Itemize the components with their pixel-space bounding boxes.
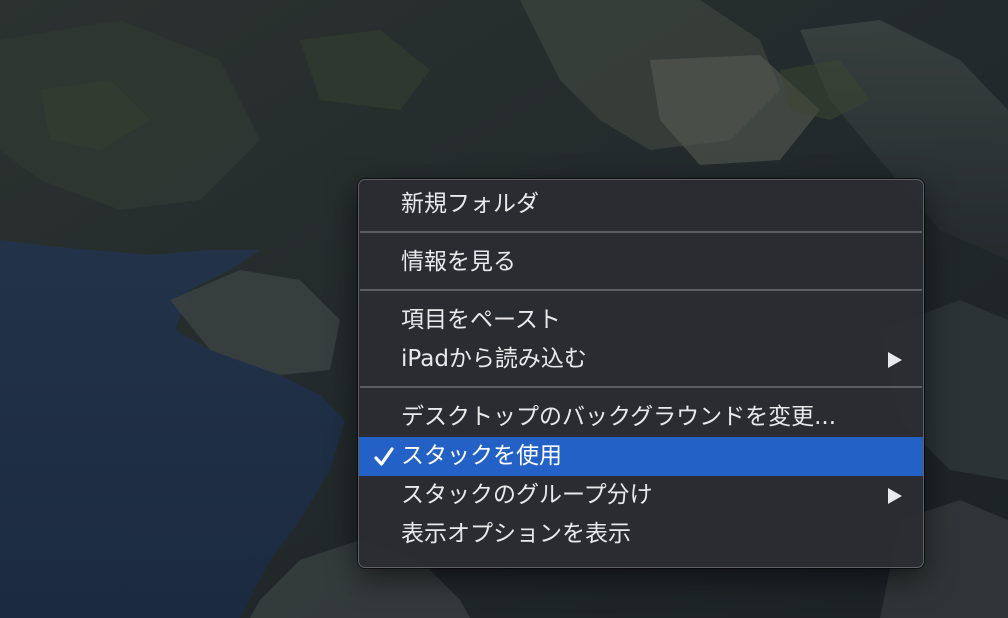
menu-item-label: スタックのグループ分け bbox=[401, 482, 653, 508]
menu-item-label: 項目をペースト bbox=[401, 307, 561, 333]
menu-item-get-info[interactable]: 情報を見る bbox=[359, 243, 923, 282]
submenu-arrow-icon bbox=[887, 340, 903, 379]
menu-item-use-stacks[interactable]: スタックを使用 bbox=[359, 437, 923, 476]
desktop[interactable]: 新規フォルダ 情報を見る 項目をペースト iPadから読み込む デスクトップのバ… bbox=[0, 0, 1008, 618]
menu-item-group-stacks-by[interactable]: スタックのグループ分け bbox=[359, 476, 923, 515]
menu-item-change-desktop-background[interactable]: デスクトップのバックグラウンドを変更... bbox=[359, 398, 923, 437]
submenu-arrow-icon bbox=[887, 476, 903, 515]
menu-separator bbox=[360, 289, 922, 291]
menu-item-label: 情報を見る bbox=[401, 249, 516, 275]
menu-item-import-from-ipad[interactable]: iPadから読み込む bbox=[359, 340, 923, 379]
checkmark-icon bbox=[371, 437, 397, 476]
menu-separator bbox=[360, 231, 922, 233]
menu-item-label: デスクトップのバックグラウンドを変更... bbox=[401, 404, 837, 430]
menu-item-paste-item[interactable]: 項目をペースト bbox=[359, 301, 923, 340]
menu-item-label: 表示オプションを表示 bbox=[401, 521, 631, 547]
menu-item-show-view-options[interactable]: 表示オプションを表示 bbox=[359, 515, 923, 554]
menu-item-label: 新規フォルダ bbox=[401, 191, 539, 217]
menu-item-label: iPadから読み込む bbox=[401, 346, 587, 372]
menu-item-label: スタックを使用 bbox=[401, 443, 562, 469]
context-menu: 新規フォルダ 情報を見る 項目をペースト iPadから読み込む デスクトップのバ… bbox=[358, 179, 924, 568]
menu-separator bbox=[360, 386, 922, 388]
menu-item-new-folder[interactable]: 新規フォルダ bbox=[359, 185, 923, 224]
